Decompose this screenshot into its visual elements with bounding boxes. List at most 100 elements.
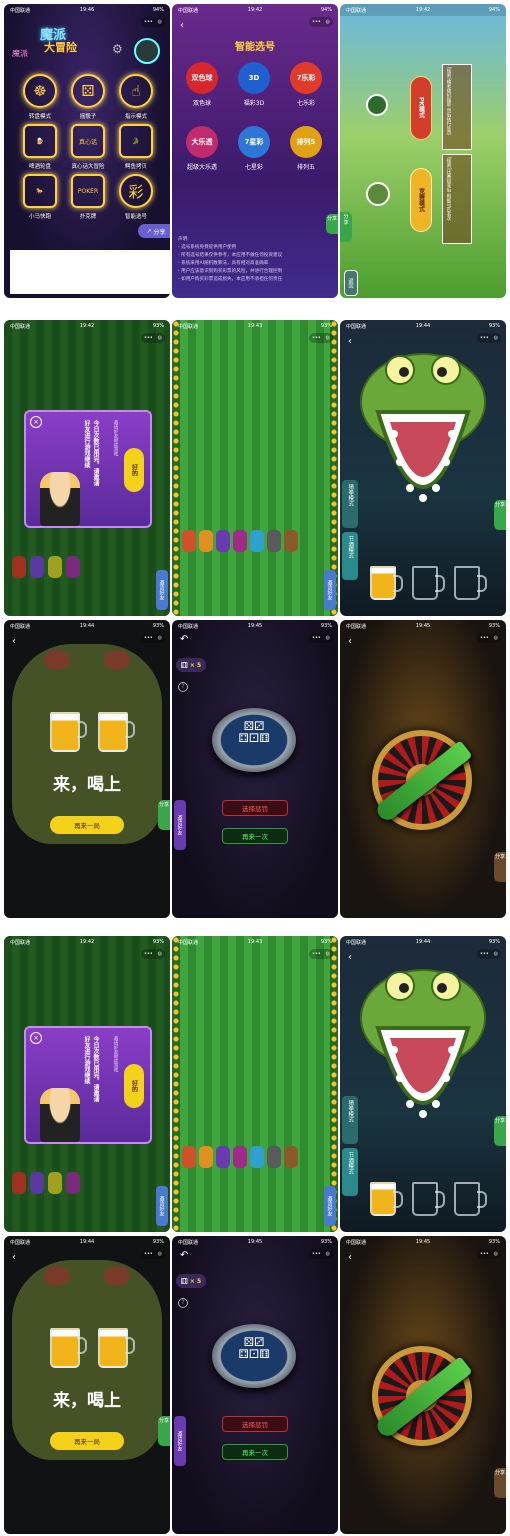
lottery-badge-icon: 双色球 (186, 62, 218, 94)
play-again-button[interactable]: 再来一局 (50, 816, 124, 834)
choose-punishment-button[interactable]: 选择惩罚 (222, 1416, 288, 1432)
horse-avatar-icon (366, 182, 390, 206)
home-item-label: 鳄鱼拷贝 (124, 164, 147, 170)
horse-icon (233, 1146, 247, 1168)
lottery-item-6[interactable]: 排列5 排列五 (284, 126, 328, 171)
invite-tab[interactable]: 邀请好友 (324, 570, 336, 610)
close-icon[interactable]: × (30, 416, 42, 428)
invite-tab[interactable]: 邀请好友 (174, 800, 186, 850)
close-icon[interactable]: × (30, 1032, 42, 1044)
back-icon[interactable]: ‹ (180, 20, 184, 31)
mini-program-capsule[interactable]: ••• ◎ (141, 333, 165, 343)
crocodile-head-icon (360, 969, 486, 1118)
mini-program-capsule[interactable]: ••• ◎ (477, 1249, 501, 1259)
home-item-7[interactable]: 🐎 小马快跑 (16, 174, 64, 222)
ad-banner[interactable] (10, 250, 170, 294)
roll-again-button[interactable]: 再来一次 (222, 1444, 288, 1460)
crocodile-head-icon (12, 1260, 162, 1460)
status-bar: 中国联通 19:46 94% (10, 7, 164, 14)
choose-punishment-button[interactable]: 选择惩罚 (222, 800, 288, 816)
invite-tab[interactable]: 邀请好友 (324, 1186, 336, 1226)
pk-mode-button[interactable]: PK模式 (410, 76, 432, 140)
help-icon[interactable]: ? (178, 1298, 188, 1308)
share-tab[interactable]: 分享 (158, 1416, 170, 1446)
mode-tab-drink[interactable]: 节酒模式 (342, 532, 358, 580)
drink-result-screen: 中国联通 19:44 93% ••• ◎ ‹ 来，喝上 再来一局 分享 (4, 620, 170, 918)
dice-count[interactable]: ⚅ × 5 (176, 658, 206, 672)
horse-icon (199, 1146, 213, 1168)
mini-program-capsule[interactable]: ••• ◎ (141, 949, 165, 959)
mini-program-capsule[interactable]: ••• ◎ (477, 633, 501, 643)
home-item-8[interactable]: POKER 扑克牌 (64, 174, 112, 222)
back-icon[interactable]: ‹ (348, 1252, 352, 1263)
back-button[interactable]: 返回 (344, 270, 358, 296)
settings-icon[interactable]: ⚙ (112, 42, 126, 56)
horse-icon (233, 530, 247, 552)
ok-button[interactable]: 好的 (124, 1064, 144, 1108)
avatar[interactable] (134, 38, 160, 64)
status-bar: 中国联通 19:42 93% (10, 323, 164, 330)
notice: 声明: - 选号系统免费提供用户使用 - 所有选号结果仅供参考，本应用不做任何投资… (178, 236, 334, 284)
mini-program-capsule[interactable]: ••• ◎ (309, 949, 333, 959)
ok-button[interactable]: 好的 (124, 448, 144, 492)
share-tab[interactable]: 分享 (158, 800, 170, 830)
share-tab[interactable]: 分享 (340, 212, 352, 242)
back-icon[interactable]: ↶ (180, 1250, 188, 1261)
beer-mug-icon (50, 712, 87, 752)
rules-box-pk: [规则]输者随机抽取 然后执行惩罚 (442, 64, 472, 150)
play-again-button[interactable]: 再来一局 (50, 1432, 124, 1450)
horse-icon (48, 556, 62, 578)
mini-program-capsule[interactable]: ••• ◎ (141, 17, 165, 27)
lottery-item-5[interactable]: 7星彩 七星彩 (232, 126, 276, 171)
share-tab[interactable]: 分享 (326, 214, 338, 234)
home-item-9[interactable]: 彩智能选号 (112, 174, 160, 222)
popup-subtext: 邀请好友继续游戏 (113, 420, 118, 456)
share-button[interactable]: ↗ 分享 (138, 224, 170, 238)
back-icon[interactable]: ‹ (12, 1252, 16, 1263)
home-item-5[interactable]: 真心话 真心话大冒险 (64, 124, 112, 172)
mode-tab-guess[interactable]: 猜拳模式 (342, 480, 358, 528)
mini-program-capsule[interactable]: ••• ◎ (309, 333, 333, 343)
home-item-1[interactable]: ☸ 转盘模式 (16, 74, 64, 122)
home-item-2[interactable]: ⚄ 摇骰子 (64, 74, 112, 122)
lottery-item-2[interactable]: 3D 福彩3D (232, 62, 276, 107)
mini-program-capsule[interactable]: ••• ◎ (309, 17, 333, 27)
back-icon[interactable]: ‹ (348, 636, 352, 647)
horse-icon (48, 1172, 62, 1194)
share-tab[interactable]: 分享 (494, 1468, 506, 1498)
race-mode-button[interactable]: 竞赛模式 (410, 168, 432, 232)
mini-program-capsule[interactable]: ••• ◎ (141, 633, 165, 643)
back-icon[interactable]: ‹ (12, 636, 16, 647)
mode-tab-drink[interactable]: 节酒模式 (342, 1148, 358, 1196)
pk-screen: 中国联通 19:42 94% PK模式 竞赛模式 [规则]输者随机抽取 然后执行惩罚… (340, 4, 506, 298)
share-tab[interactable]: 分享 (494, 1116, 506, 1146)
mini-program-capsule[interactable]: ••• ◎ (477, 333, 501, 343)
mode-tab-guess[interactable]: 猜拳模式 (342, 1096, 358, 1144)
invite-tab[interactable]: 邀请好友 (156, 570, 168, 610)
horse-icon (66, 556, 80, 578)
back-icon[interactable]: ↶ (180, 634, 188, 645)
home-item-4[interactable]: 🍺 啤酒轮盘 (16, 124, 64, 172)
mini-program-capsule[interactable]: ••• ◎ (477, 949, 501, 959)
roll-again-button[interactable]: 再来一次 (222, 828, 288, 844)
lottery-item-1[interactable]: 双色球 双色球 (180, 62, 224, 107)
back-icon[interactable]: ‹ (348, 952, 352, 963)
mini-program-capsule[interactable]: ••• ◎ (309, 1249, 333, 1259)
share-tab[interactable]: 分享 (494, 500, 506, 530)
mascot-figure (40, 472, 80, 526)
invite-tab[interactable]: 邀请好友 (156, 1186, 168, 1226)
status-bar: 中国联通 19:42 94% (178, 7, 332, 14)
mini-program-capsule[interactable]: ••• ◎ (141, 1249, 165, 1259)
home-item-3[interactable]: ☝ 指示模式 (112, 74, 160, 122)
dice-screen: 中国联通 19:45 93% ••• ◎ ↶ ⚅ × 5 ? ⚄⚂ ⚃⚀⚅ 选择惩罚 再来… (172, 1236, 338, 1534)
dice-count[interactable]: ⚅ × 5 (176, 1274, 206, 1288)
lottery-item-4[interactable]: 大乐透 超级大乐透 (180, 126, 224, 171)
help-icon[interactable]: ? (178, 682, 188, 692)
invite-tab[interactable]: 邀请好友 (174, 1416, 186, 1466)
share-tab[interactable]: 分享 (494, 852, 506, 882)
home-item-label: 真心话大冒险 (71, 164, 105, 170)
mini-program-capsule[interactable]: ••• ◎ (309, 633, 333, 643)
home-item-6[interactable]: 🐊 鳄鱼拷贝 (112, 124, 160, 172)
back-icon[interactable]: ‹ (348, 336, 352, 347)
lottery-item-3[interactable]: 7乐彩 七乐彩 (284, 62, 328, 107)
